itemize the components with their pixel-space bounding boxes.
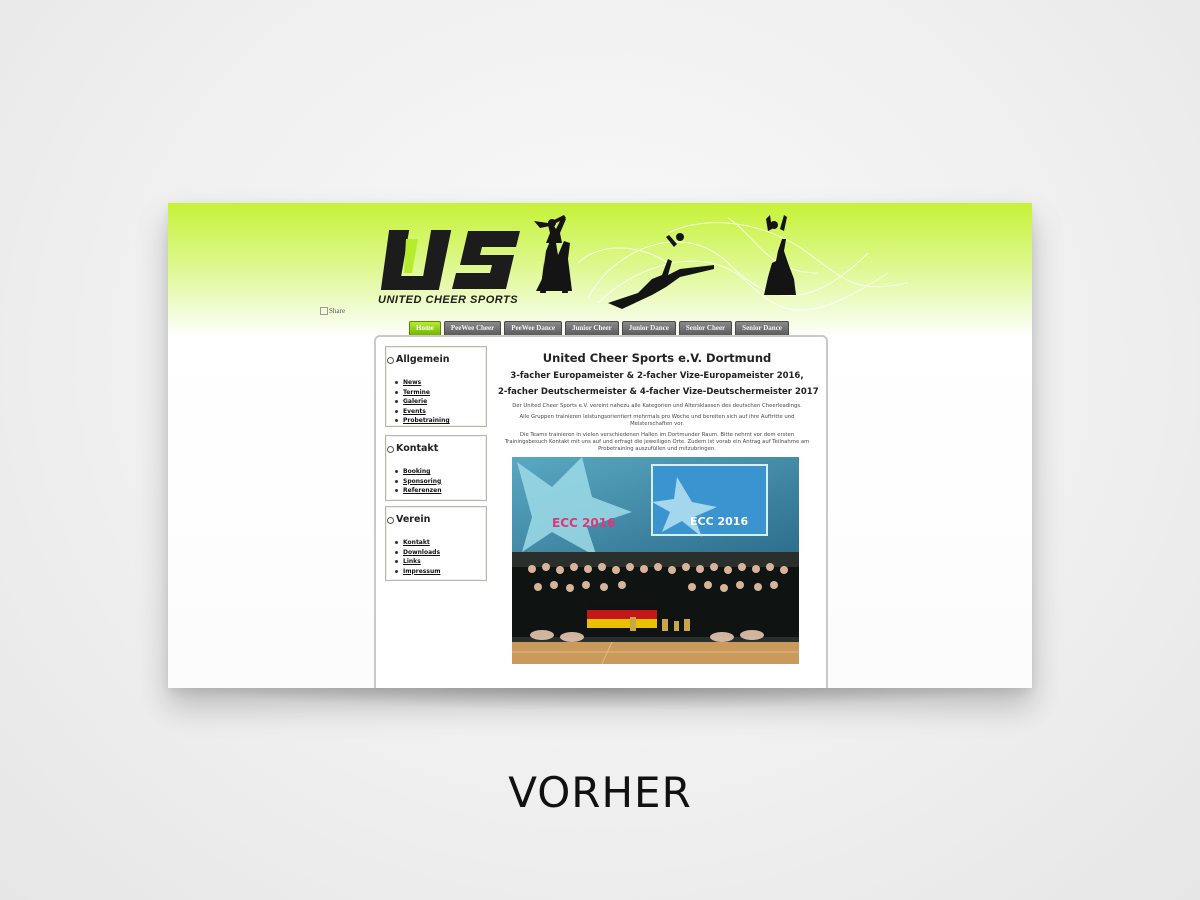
sidebar-item-news[interactable]: News xyxy=(395,378,450,388)
tab-home[interactable]: Home xyxy=(409,321,441,335)
share-alt-text: Share xyxy=(329,307,345,315)
sidebar-item-probetraining[interactable]: Probetraining xyxy=(395,416,450,426)
tab-senior-cheer[interactable]: Senior Cheer xyxy=(678,321,733,335)
photo-banner-left: ECC 2016 xyxy=(552,516,615,530)
sidebar-title-verein: Verein xyxy=(386,514,431,525)
subtitle-germany: 2-facher Deutschermeister & 4-facher Viz… xyxy=(498,387,819,397)
tab-junior-cheer[interactable]: Junior Cheer xyxy=(564,321,619,335)
sidebar-item-links[interactable]: Links xyxy=(395,557,440,567)
broken-image-icon xyxy=(320,307,328,316)
sidebar-item-kontakt[interactable]: Kontakt xyxy=(395,538,440,548)
sidebar-item-downloads[interactable]: Downloads xyxy=(395,548,440,558)
subtitle-europe: 3-facher Europameister & 2-facher Vize-E… xyxy=(510,371,804,381)
sidebar-item-termine[interactable]: Termine xyxy=(395,388,450,398)
header-artwork: UNITED CHEER SPORTS xyxy=(378,215,909,311)
team-photo: ECC 2016 ECC 2016 xyxy=(512,457,799,664)
cheerleader-silhouettes-icon xyxy=(534,215,796,309)
sidebar-item-sponsoring[interactable]: Sponsoring xyxy=(395,477,442,487)
tab-senior-dance[interactable]: Senior Dance xyxy=(735,321,789,335)
sidebar-item-events[interactable]: Events xyxy=(395,407,450,417)
sidebar-title-allgemein: Allgemein xyxy=(386,354,450,365)
sidebar-title-kontakt: Kontakt xyxy=(386,443,439,454)
sidebar-item-booking[interactable]: Booking xyxy=(395,467,442,477)
main-navigation: Home PeeWee Cheer PeeWee Dance Junior Ch… xyxy=(409,321,789,335)
us-logo-icon: UNITED CHEER SPORTS xyxy=(378,230,520,306)
sidebar-box-allgemein: Allgemein News Termine Galerie Events Pr… xyxy=(385,346,487,427)
locations-paragraph: Die Teams trainieren in vielen verschied… xyxy=(504,432,810,452)
tab-junior-dance[interactable]: Junior Dance xyxy=(621,321,676,335)
site-header: UNITED CHEER SPORTS Share xyxy=(168,203,1032,333)
sidebar-list-kontakt: Booking Sponsoring Referenzen xyxy=(395,467,442,496)
sidebar-item-impressum[interactable]: Impressum xyxy=(395,567,440,577)
sidebar-item-referenzen[interactable]: Referenzen xyxy=(395,486,442,496)
share-image[interactable]: Share xyxy=(320,307,345,316)
before-caption: VORHER xyxy=(508,768,692,817)
tab-peewee-dance[interactable]: PeeWee Dance xyxy=(504,321,562,335)
screenshot-shadow xyxy=(190,688,1010,710)
svg-text:UNITED CHEER SPORTS: UNITED CHEER SPORTS xyxy=(378,294,518,306)
sidebar-box-verein: Verein Kontakt Downloads Links Impressum xyxy=(385,506,487,581)
main-content: United Cheer Sports e.V. Dortmund 3-fach… xyxy=(498,351,819,457)
sidebar-list-allgemein: News Termine Galerie Events Probetrainin… xyxy=(395,378,450,426)
page-title: United Cheer Sports e.V. Dortmund xyxy=(542,351,772,365)
sidebar-item-galerie[interactable]: Galerie xyxy=(395,397,450,407)
website-screenshot: UNITED CHEER SPORTS Share Home PeeWee Ch… xyxy=(168,203,1032,688)
sidebar-box-kontakt: Kontakt Booking Sponsoring Referenzen xyxy=(385,435,487,501)
training-paragraph: Alle Gruppen trainieren leistungsorienti… xyxy=(519,414,795,427)
sidebar-list-verein: Kontakt Downloads Links Impressum xyxy=(395,538,440,576)
photo-banner-right: ECC 2016 xyxy=(690,515,748,528)
intro-paragraph: Der United Cheer Sports e.V. vereint nah… xyxy=(512,403,802,409)
content-panel: Allgemein News Termine Galerie Events Pr… xyxy=(374,335,828,688)
tab-peewee-cheer[interactable]: PeeWee Cheer xyxy=(443,321,502,335)
